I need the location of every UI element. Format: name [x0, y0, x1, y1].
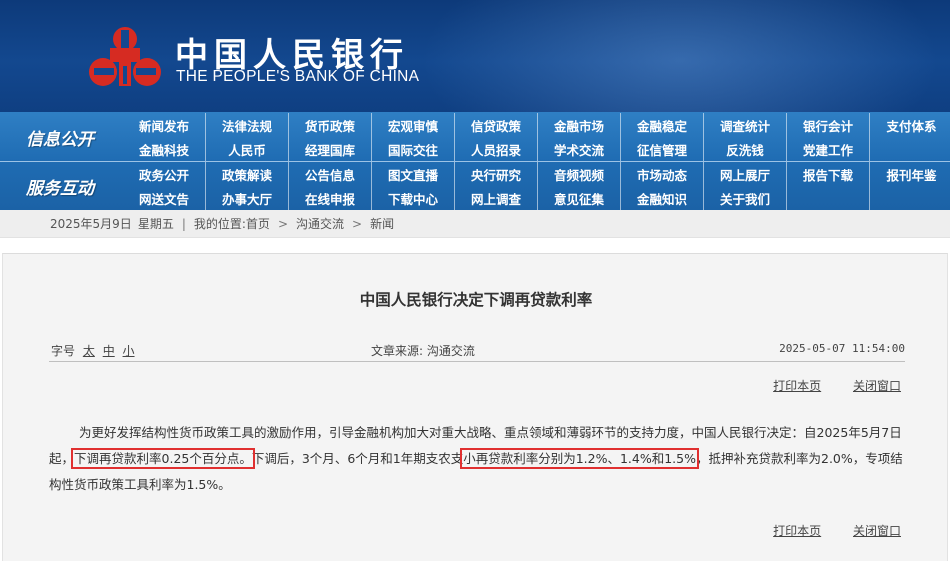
nav-item[interactable]: 政务公开	[123, 162, 206, 186]
nav-grid: 政务公开 政策解读 公告信息 图文直播 央行研究 音频视频 市场动态 网上展厅 …	[123, 162, 950, 210]
nav-item[interactable]: 信贷政策	[455, 113, 538, 137]
nav-item[interactable]: 党建工作	[787, 137, 870, 161]
nav-item[interactable]: 法律法规	[206, 113, 289, 137]
nav-item[interactable]: 学术交流	[538, 137, 621, 161]
nav-item[interactable]: 人民币	[206, 137, 289, 161]
nav-item[interactable]: 央行研究	[455, 162, 538, 186]
location-label: 我的位置:	[193, 217, 246, 231]
article-meta: 字号 太 中 小 文章来源: 沟通交流 2025-05-07 11:54:00	[49, 332, 905, 362]
nav-item-empty	[870, 186, 950, 210]
breadcrumb-communication-link[interactable]: 沟通交流	[296, 215, 344, 232]
breadcrumb-home-link[interactable]: 首页	[246, 215, 270, 232]
current-weekday: 星期五	[137, 217, 174, 231]
article-container: 中国人民银行决定下调再贷款利率 字号 太 中 小 文章来源: 沟通交流 2025…	[2, 253, 948, 561]
nav-item[interactable]: 金融稳定	[621, 113, 704, 137]
nav-grid: 新闻发布 法律法规 货币政策 宏观审慎 信贷政策 金融市场 金融稳定 调查统计 …	[123, 113, 950, 161]
close-window-link[interactable]: 关闭窗口	[853, 524, 901, 538]
nav-section-info-disclosure: 信息公开 新闻发布 法律法规 货币政策 宏观审慎 信贷政策 金融市场 金融稳定 …	[0, 113, 950, 161]
close-window-link[interactable]: 关闭窗口	[853, 379, 901, 393]
article-actions-top: 打印本页 关闭窗口	[745, 377, 901, 394]
nav-item[interactable]: 反洗钱	[704, 137, 787, 161]
nav-item[interactable]: 调查统计	[704, 113, 787, 137]
nav-item[interactable]: 金融市场	[538, 113, 621, 137]
article-source: 文章来源: 沟通交流	[371, 344, 475, 358]
header-glow	[420, 0, 940, 112]
font-size-large-link[interactable]: 太	[83, 344, 95, 358]
nav-item[interactable]: 经理国库	[289, 137, 372, 161]
logo-english-name: THE PEOPLE'S BANK OF CHINA	[176, 68, 420, 85]
nav-item[interactable]: 报刊年鉴	[870, 162, 950, 186]
nav-item[interactable]: 货币政策	[289, 113, 372, 137]
font-size-medium-link[interactable]: 中	[103, 344, 115, 358]
nav-item[interactable]: 人员招录	[455, 137, 538, 161]
nav-item[interactable]: 市场动态	[621, 162, 704, 186]
nav-item[interactable]: 音频视频	[538, 162, 621, 186]
nav-item[interactable]: 金融科技	[123, 137, 206, 161]
nav-item[interactable]: 银行会计	[787, 113, 870, 137]
nav-section-label: 服务互动	[26, 178, 94, 199]
nav-item[interactable]: 意见征集	[538, 186, 621, 210]
breadcrumb-chevron: >	[277, 216, 288, 231]
body-text-segment: 下调后，3个月、6个月和1年期支农支	[251, 451, 464, 466]
site-header: 中国人民银行 THE PEOPLE'S BANK OF CHINA	[0, 0, 950, 112]
font-size-label: 字号	[51, 344, 76, 358]
nav-item[interactable]: 网送文告	[123, 186, 206, 210]
nav-item[interactable]: 公告信息	[289, 162, 372, 186]
nav-item[interactable]: 办事大厅	[206, 186, 289, 210]
breadcrumb-separator: |	[181, 216, 186, 231]
font-size-control: 字号 太 中 小	[51, 342, 135, 359]
font-size-small-link[interactable]: 小	[123, 344, 135, 358]
nav-item[interactable]: 在线申报	[289, 186, 372, 210]
nav-section-service-interaction: 服务互动 政务公开 政策解读 公告信息 图文直播 央行研究 音频视频 市场动态 …	[0, 162, 950, 210]
highlighted-relending-rates: 小再贷款利率分别为1.2%、1.4%和1.5%	[460, 448, 699, 469]
current-date: 2025年5月9日	[50, 217, 132, 231]
nav-item[interactable]: 国际交往	[372, 137, 455, 161]
article-title: 中国人民银行决定下调再贷款利率	[359, 291, 593, 309]
nav-item[interactable]: 宏观审慎	[372, 113, 455, 137]
nav-item[interactable]: 关于我们	[704, 186, 787, 210]
nav-item[interactable]: 图文直播	[372, 162, 455, 186]
nav-item[interactable]: 支付体系	[870, 113, 950, 137]
print-page-link[interactable]: 打印本页	[773, 379, 821, 393]
main-navigation: 信息公开 新闻发布 法律法规 货币政策 宏观审慎 信贷政策 金融市场 金融稳定 …	[0, 112, 950, 210]
nav-item[interactable]: 报告下载	[787, 162, 870, 186]
nav-item-empty	[870, 137, 950, 161]
nav-item[interactable]: 下载中心	[372, 186, 455, 210]
breadcrumb-chevron: >	[352, 216, 363, 231]
article-body: 为更好发挥结构性货币政策工具的激励作用，引导金融机构加大对重大战略、重点领域和薄…	[49, 420, 909, 498]
nav-item[interactable]: 征信管理	[621, 137, 704, 161]
nav-item-empty	[787, 186, 870, 210]
pboc-logo-icon[interactable]	[88, 24, 162, 90]
highlighted-rate-cut: 下调再贷款利率0.25个百分点。	[71, 448, 255, 469]
nav-item[interactable]: 网上展厅	[704, 162, 787, 186]
article-datetime: 2025-05-07 11:54:00	[779, 342, 905, 355]
nav-section-label: 信息公开	[26, 129, 94, 150]
breadcrumb-news-link[interactable]: 新闻	[370, 215, 394, 232]
breadcrumb: 2025年5月9日 星期五 | 我的位置: 首页 > 沟通交流 > 新闻	[0, 210, 950, 238]
article-actions-bottom: 打印本页 关闭窗口	[745, 522, 901, 539]
nav-item[interactable]: 政策解读	[206, 162, 289, 186]
nav-item[interactable]: 新闻发布	[123, 113, 206, 137]
nav-item[interactable]: 网上调查	[455, 186, 538, 210]
print-page-link[interactable]: 打印本页	[773, 524, 821, 538]
nav-item[interactable]: 金融知识	[621, 186, 704, 210]
